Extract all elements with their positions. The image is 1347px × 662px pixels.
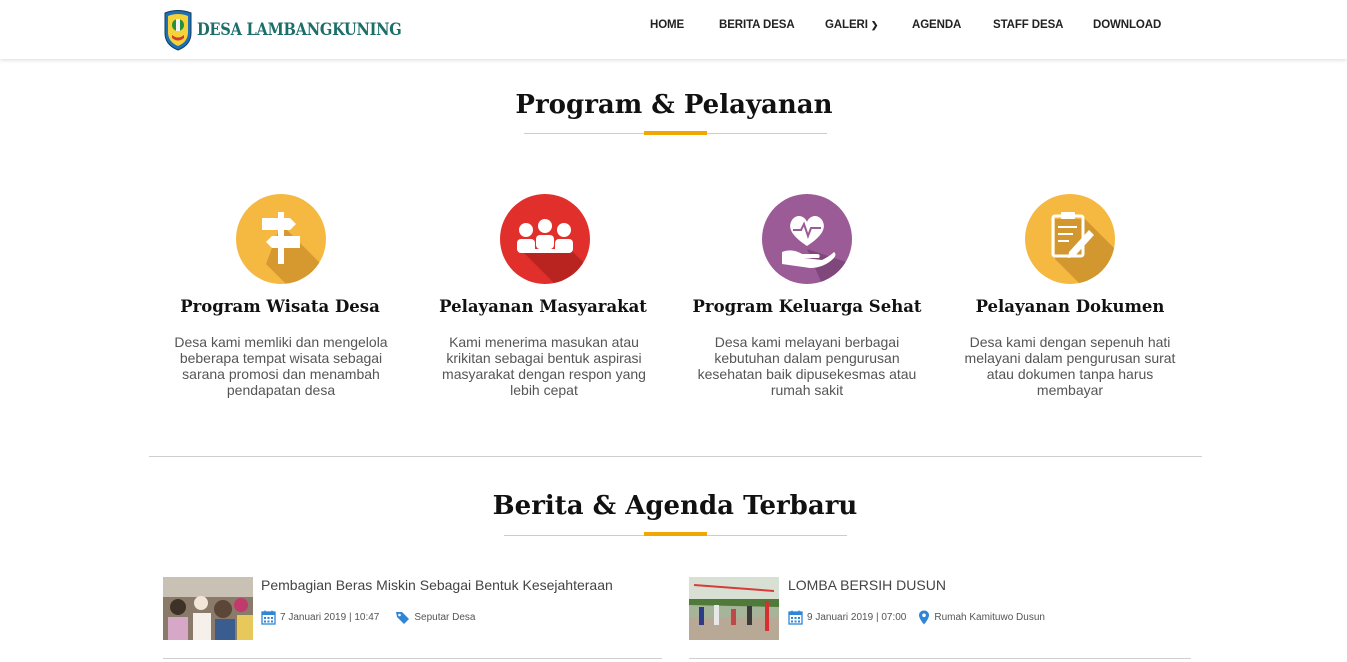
nav-staff-desa[interactable]: STAFF DESA [993,19,1063,31]
service-description: Desa kami melayani berbagai kebutuhan da… [697,334,917,398]
nav-home[interactable]: HOME [650,19,684,31]
service-description: Kami menerima masukan atau krikitan seba… [442,334,646,398]
news-date: 9 Januari 2019 | 07:00 [807,612,907,623]
service-title: Program Wisata Desa [180,297,380,316]
service-description: Desa kami memliki dan mengelola beberapa… [174,334,388,398]
service-description: Desa kami dengan sepenuh hati melayani d… [964,334,1176,398]
main-nav: HOME BERITA DESA GALERI ❯ AGENDA STAFF DE… [0,19,1347,35]
news-title-accent [644,532,707,536]
news-location-link[interactable]: Rumah Kamituwo Dusun [934,612,1045,623]
map-pin-icon [919,610,930,625]
news-date: 7 Januari 2019 | 10:47 [280,612,380,623]
section-divider [149,456,1202,457]
service-title: Program Keluarga Sehat [692,297,922,316]
nav-download[interactable]: DOWNLOAD [1093,19,1161,31]
news-category-link[interactable]: Seputar Desa [414,612,475,623]
news-thumbnail[interactable] [689,577,779,640]
news-thumbnail[interactable] [163,577,253,640]
nav-galeri-label: GALERI [825,19,868,31]
program-title-accent [644,131,707,135]
news-title-link[interactable]: Pembagian Beras Miskin Sebagai Bentuk Ke… [261,577,613,593]
news-meta: 7 Januari 2019 | 10:47 Seputar Desa [261,610,476,625]
program-section-title: Program & Pelayanan [515,90,833,120]
signpost-icon [236,194,326,284]
document-pen-icon [1025,194,1115,284]
nav-berita-desa[interactable]: BERITA DESA [719,19,795,31]
news-section-title: Berita & Agenda Terbaru [492,491,858,521]
people-meeting-icon [500,194,590,284]
service-title: Pelayanan Dokumen [975,297,1165,316]
news-title-link[interactable]: LOMBA BERSIH DUSUN [788,577,946,593]
service-title: Pelayanan Masyarakat [439,297,647,316]
nav-agenda[interactable]: AGENDA [912,19,961,31]
news-meta: 9 Januari 2019 | 07:00 Rumah Kamituwo Du… [788,610,1045,625]
chevron-down-icon: ❯ [870,20,879,30]
calendar-icon [261,610,276,625]
nav-galeri[interactable]: GALERI ❯ [825,19,878,31]
tag-icon [396,612,410,624]
calendar-icon [788,610,803,625]
news-row-rule [163,658,662,659]
heart-hand-icon [762,194,852,284]
site-header: DESA LAMBANGKUNING HOME BERITA DESA GALE… [0,0,1347,59]
news-row-rule [689,658,1191,659]
